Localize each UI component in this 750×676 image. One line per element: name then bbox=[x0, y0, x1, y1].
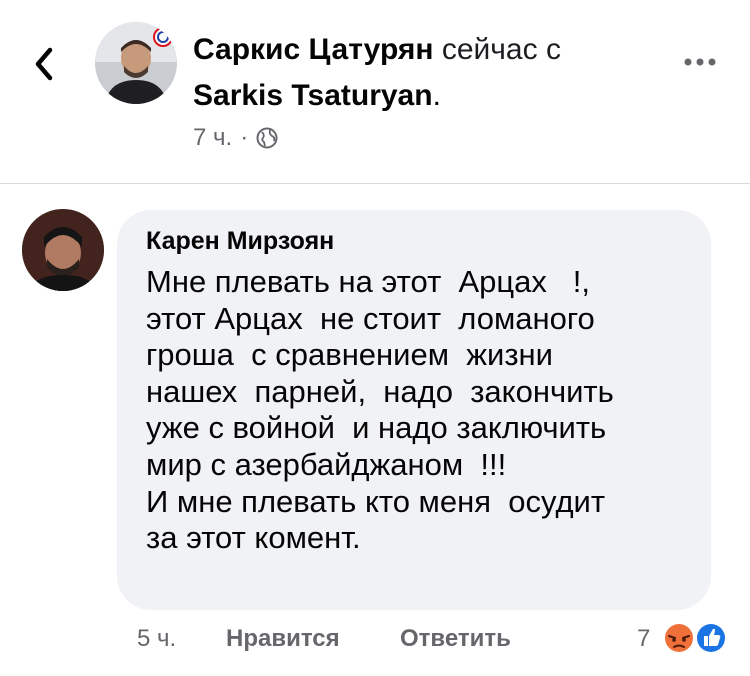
comment-text: Мне плевать на этот Арцах !, этот Арцах … bbox=[146, 264, 614, 556]
reply-button[interactable]: Ответить bbox=[400, 624, 511, 654]
commenter-name[interactable]: Карен Мирзоян bbox=[146, 226, 334, 256]
post-action-text: сейчас с bbox=[433, 33, 561, 66]
angry-reaction-icon bbox=[663, 622, 695, 654]
reaction-count[interactable]: 7 bbox=[637, 624, 650, 654]
post-header-line-2: Sarkis Tsaturyan. bbox=[193, 78, 441, 114]
globe-icon bbox=[256, 127, 278, 149]
section-divider bbox=[0, 183, 750, 184]
comment-time[interactable]: 5 ч. bbox=[137, 624, 176, 654]
post-meta: 7 ч. · bbox=[193, 124, 278, 152]
like-button[interactable]: Нравится bbox=[226, 624, 340, 654]
more-options-button[interactable] bbox=[680, 52, 720, 72]
post-time[interactable]: 7 ч. bbox=[193, 124, 232, 152]
tagged-suffix: . bbox=[432, 79, 441, 112]
meta-separator: · bbox=[240, 124, 249, 151]
tagged-user-name[interactable]: Sarkis Tsaturyan bbox=[193, 79, 433, 112]
poster-name[interactable]: Саркис Цатурян bbox=[193, 33, 434, 66]
back-button[interactable] bbox=[28, 44, 60, 84]
chevron-left-icon bbox=[35, 47, 53, 81]
commenter-avatar[interactable] bbox=[22, 209, 104, 291]
like-reaction-icon bbox=[695, 622, 727, 654]
poster-avatar[interactable] bbox=[95, 22, 177, 104]
post-header-line: Саркис Цатурян сейчас с bbox=[193, 32, 561, 68]
more-horizontal-icon bbox=[684, 58, 716, 66]
reactions-summary[interactable] bbox=[661, 620, 731, 656]
